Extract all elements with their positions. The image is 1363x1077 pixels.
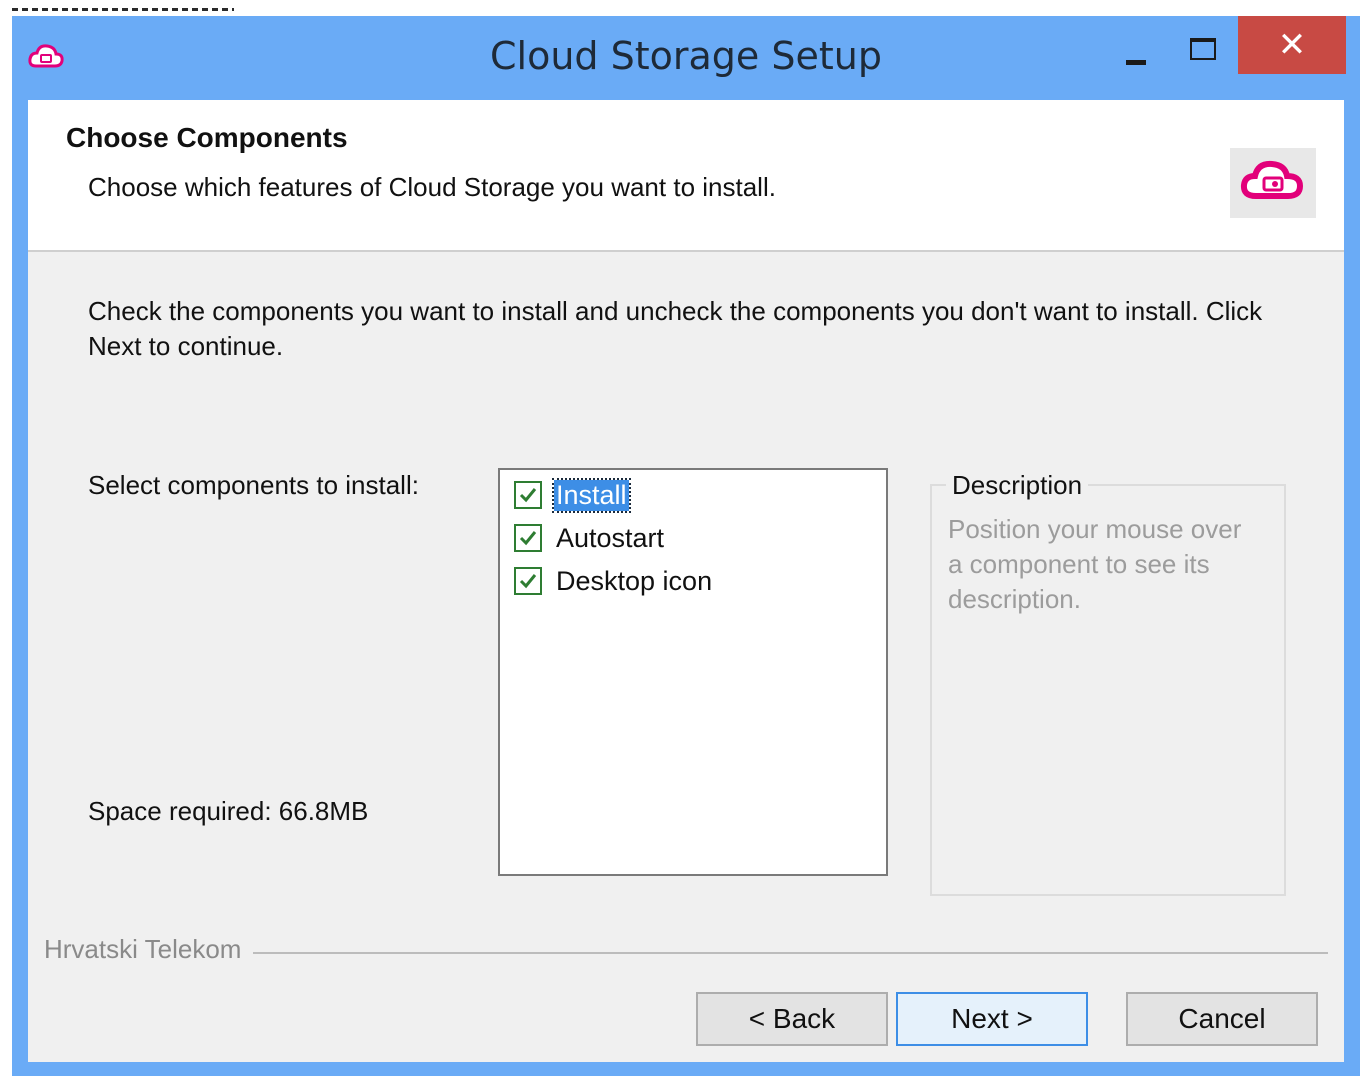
component-item-autostart[interactable]: Autostart (514, 521, 666, 555)
component-item-desktop-icon[interactable]: Desktop icon (514, 564, 714, 598)
back-button[interactable]: < Back (696, 992, 888, 1046)
checkmark-icon (519, 488, 537, 503)
background-window-edge (12, 8, 234, 11)
space-required-label: Space required: 66.8MB (88, 796, 369, 826)
instructions-text: Check the components you want to install… (88, 296, 1263, 361)
components-list[interactable]: Install Autostart Desktop icon (498, 468, 888, 876)
select-components-label: Select components to install: (88, 470, 419, 500)
page-subtitle: Choose which features of Cloud Storage y… (88, 172, 776, 202)
next-button[interactable]: Next > (896, 992, 1088, 1046)
checkmark-icon (519, 531, 537, 546)
wizard-header: Choose Components Choose which features … (28, 100, 1344, 252)
autostart-checkbox[interactable] (514, 524, 542, 552)
component-label: Desktop icon (556, 565, 713, 596)
cancel-button[interactable]: Cancel (1126, 992, 1318, 1046)
checkmark-icon (519, 574, 537, 589)
desktop-icon-checkbox[interactable] (514, 567, 542, 595)
brand-label: Hrvatski Telekom (44, 934, 254, 965)
maximize-button[interactable] (1182, 34, 1222, 68)
title-bar[interactable]: Cloud Storage Setup ✕ (12, 16, 1360, 100)
wizard-body: Check the components you want to install… (28, 252, 1344, 1062)
minimize-button[interactable] (1116, 42, 1156, 76)
install-checkbox[interactable] (514, 481, 542, 509)
component-label: Install (552, 477, 631, 513)
setup-window: Cloud Storage Setup ✕ Choose Components … (12, 16, 1360, 1076)
component-label: Autostart (556, 522, 665, 553)
close-icon: ✕ (1277, 25, 1307, 65)
window-title: Cloud Storage Setup (490, 34, 882, 78)
component-item-install[interactable]: Install (514, 477, 631, 513)
description-title: Description (946, 470, 1089, 501)
description-text: Position your mouse over a component to … (948, 514, 1242, 614)
cloud-logo-icon (1230, 148, 1316, 218)
close-button[interactable]: ✕ (1238, 16, 1346, 74)
page-title: Choose Components (66, 122, 348, 153)
